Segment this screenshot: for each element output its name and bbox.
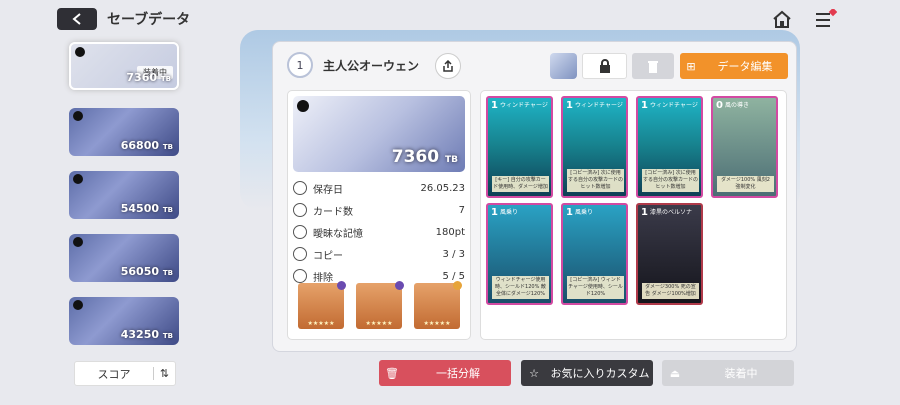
sort-order-icon[interactable]: ⇅ (153, 367, 175, 380)
home-icon[interactable] (772, 10, 792, 28)
menu-icon[interactable] (815, 7, 838, 29)
stat-row: コピー 3 / 3 (293, 243, 465, 265)
star-icon: ☆ (529, 366, 539, 380)
top-bar: セーブデータ (0, 0, 900, 38)
lock-icon (73, 174, 83, 184)
slot-score: 54500 TB (120, 202, 173, 215)
lock-icon (73, 111, 83, 121)
edit-icon: ⊞ (686, 59, 696, 73)
grade-icon (453, 281, 462, 290)
lock-icon (297, 100, 309, 112)
remove-icon (293, 269, 307, 283)
favorite-custom-label: お気に入りカスタム (550, 367, 650, 380)
equip-button[interactable]: ⏏ 装着中 (662, 360, 794, 386)
equipment-list: ★★★★★ ★★★★★ ★★★★★ (298, 281, 462, 329)
save-detail-panel: 1 主人公オーウェン ⊞ データ編集 7360 TB 保存日 26.05.23 カ… (272, 41, 797, 352)
stat-row: 曖昧な記憶 180pt (293, 221, 465, 243)
lock-icon (73, 300, 83, 310)
equip-icon: ⏏ (669, 366, 681, 380)
lock-button[interactable] (582, 53, 627, 79)
slot-score: 7360 TB (126, 71, 171, 84)
save-slot-4[interactable]: 56050 TB (69, 234, 179, 282)
level-badge: 1 (287, 52, 313, 78)
delete-button[interactable] (632, 53, 674, 79)
save-slot-5[interactable]: 43250 TB (69, 297, 179, 345)
trash-icon (648, 61, 658, 73)
equipment-item-armor[interactable]: ★★★★★ (356, 281, 404, 329)
equipment-item-ring[interactable]: ★★★★★ (414, 281, 462, 329)
panel-header: 1 主人公オーウェン (287, 52, 419, 78)
share-button[interactable] (435, 53, 461, 79)
trash-icon: 🗑 (385, 366, 399, 380)
card[interactable]: 1 風乗り [コピー済み] ウィンドチャージ使用時、シールド120% (561, 203, 628, 305)
grade-icon (395, 281, 404, 290)
sort-button[interactable]: スコア ⇅ (74, 361, 176, 386)
save-slot-3[interactable]: 54500 TB (69, 171, 179, 219)
back-button[interactable] (57, 8, 97, 30)
card[interactable]: 1 漆黒のベルソナ ダメージ300% 死の宣告 ダメージ100%増加 (636, 203, 703, 305)
share-icon (443, 60, 453, 72)
sort-label: スコア (97, 367, 131, 381)
memory-icon (293, 225, 307, 239)
card[interactable]: 1 ウィンドチャージ [キー] 自分の攻撃カード使用時、ダメージ増加 (486, 96, 553, 198)
stat-row: 保存日 26.05.23 (293, 177, 465, 199)
stat-list: 保存日 26.05.23 カード数 7 曖昧な記憶 180pt コピー 3 / 3 排除… (293, 177, 465, 287)
lock-icon (75, 47, 85, 57)
clock-icon (293, 181, 307, 195)
equipment-item-weapon[interactable]: ★★★★★ (298, 281, 346, 329)
slot-score: 43250 TB (120, 328, 173, 341)
slot-score: 56050 TB (120, 265, 173, 278)
page-title: セーブデータ (107, 12, 191, 28)
slot-score: 66800 TB (120, 139, 173, 152)
card-deck: 1 ウィンドチャージ [キー] 自分の攻撃カード使用時、ダメージ増加 1 ウィンドチャ… (480, 90, 787, 340)
lock-icon (73, 237, 83, 247)
stat-row: カード数 7 (293, 199, 465, 221)
equip-label: 装着中 (724, 367, 758, 380)
edit-data-label: データ編集 (717, 60, 773, 73)
edit-data-button[interactable]: ⊞ データ編集 (680, 53, 788, 79)
save-slot-2[interactable]: 66800 TB (69, 108, 179, 156)
character-name: 主人公オーウェン (323, 58, 420, 73)
card[interactable]: 0 風の導き ダメージ100% 風刻2 強制変化 (711, 96, 778, 198)
bulk-dismantle-button[interactable]: 🗑 一括分解 (379, 360, 511, 386)
back-arrow-icon (72, 13, 81, 25)
card-icon (293, 203, 307, 217)
bulk-dismantle-label: 一括分解 (436, 367, 480, 380)
save-slot-1[interactable]: 装着中 7360 TB (69, 42, 179, 90)
card[interactable]: 1 ウィンドチャージ [コピー済み] 次に使用する自分の攻撃カードのヒット数増加 (561, 96, 628, 198)
hero-image: 7360 TB (293, 96, 465, 172)
grade-icon (337, 281, 346, 290)
favorite-custom-button[interactable]: ☆ お気に入りカスタム (521, 360, 653, 386)
avatar (550, 53, 577, 79)
card[interactable]: 1 風乗り ウィンドチャージ使用時、シールド120% 敵全体にダメージ120% (486, 203, 553, 305)
copy-icon (293, 247, 307, 261)
hero-score: 7360 TB (391, 147, 458, 167)
card[interactable]: 1 ウィンドチャージ [コピー済み] 次に使用する自分の攻撃カードのヒット数増加 (636, 96, 703, 198)
save-info-card: 7360 TB 保存日 26.05.23 カード数 7 曖昧な記憶 180pt コピー… (287, 90, 471, 340)
lock-icon (599, 59, 610, 73)
